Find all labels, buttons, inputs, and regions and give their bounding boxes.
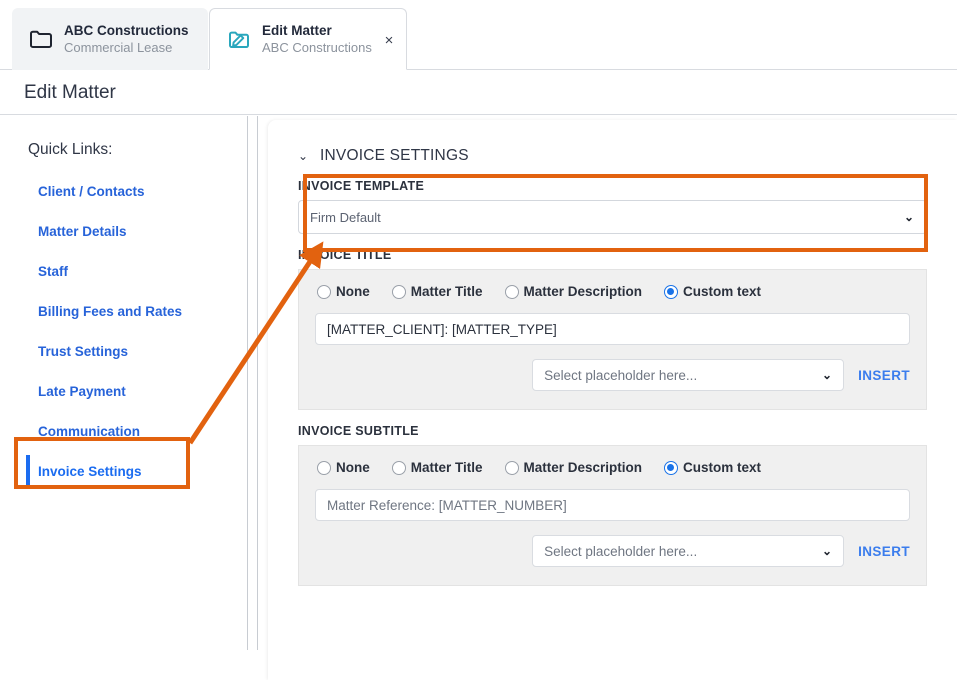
sidebar-item-client-contacts[interactable]: Client / Contacts [0,171,248,211]
sidebar-item-invoice-settings[interactable]: Invoice Settings [0,451,248,491]
invoice-title-field: INVOICE TITLE None Matter Title Matter D… [268,234,957,410]
folder-icon [26,29,56,49]
invoice-subtitle-custom-text-input[interactable]: Matter Reference: [MATTER_NUMBER] [315,489,910,521]
radio-circle-icon [391,460,406,475]
radio-circle-icon [504,460,519,475]
sidebar-item-matter-details[interactable]: Matter Details [0,211,248,251]
invoice-subtitle-radio-matter-description[interactable]: Matter Description [504,460,643,475]
tab-bar: ABC Constructions Commercial Lease Edit … [0,0,957,70]
chevron-down-icon: ⌄ [822,368,833,382]
radio-label: None [336,284,370,299]
main-content-area: ⌄ INVOICE SETTINGS INVOICE TEMPLATE Firm… [249,116,957,680]
sidebar-item-label: Trust Settings [38,343,129,359]
tab-title: ABC Constructions [64,23,189,38]
radio-circle-icon [504,284,519,299]
invoice-title-radio-group: None Matter Title Matter Description Cus… [313,284,912,299]
invoice-subtitle-radio-matter-title[interactable]: Matter Title [391,460,483,475]
tab-subtitle: Commercial Lease [64,40,173,55]
radio-label: Matter Title [410,284,483,299]
tab-abc-constructions[interactable]: ABC Constructions Commercial Lease [12,8,208,70]
radio-circle-icon [391,284,406,299]
invoice-subtitle-radio-group: None Matter Title Matter Description Cus… [313,460,912,475]
invoice-title-label: INVOICE TITLE [298,248,392,262]
sidebar-item-label: Staff [38,263,68,279]
invoice-title-radio-none[interactable]: None [317,284,370,299]
radio-label: Custom text [683,460,762,475]
invoice-subtitle-field: INVOICE SUBTITLE None Matter Title Matte… [268,410,957,586]
content-divider [257,116,258,650]
invoice-subtitle-radio-custom-text[interactable]: Custom text [664,460,761,475]
sidebar-item-label: Client / Contacts [38,183,145,199]
chevron-down-icon[interactable]: ⌄ [298,150,314,162]
sidebar-item-label: Late Payment [38,383,126,399]
chevron-down-icon: ⌄ [903,210,914,224]
sidebar-item-communication[interactable]: Communication [0,411,248,451]
radio-label: Matter Title [410,460,483,475]
tab-edit-matter[interactable]: Edit Matter ABC Constructions × [209,8,407,70]
radio-circle-icon [317,460,331,475]
invoice-subtitle-placeholder-row: Select placeholder here... ⌄ INSERT [313,535,912,567]
invoice-subtitle-placeholder-select[interactable]: Select placeholder here... ⌄ [532,535,845,567]
placeholder-select-value: Select placeholder here... [544,543,698,559]
invoice-title-insert-button[interactable]: INSERT [858,368,910,383]
invoice-title-placeholder-row: Select placeholder here... ⌄ INSERT [313,359,912,391]
tab-title: Edit Matter [262,23,332,38]
sidebar-item-label: Matter Details [38,223,127,239]
sidebar-item-label: Invoice Settings [38,463,142,479]
invoice-settings-section-header[interactable]: ⌄ INVOICE SETTINGS [268,120,957,165]
radio-circle-icon [317,284,331,299]
invoice-title-radio-custom-text[interactable]: Custom text [664,284,761,299]
radio-label: Matter Description [523,284,643,299]
invoice-settings-card: ⌄ INVOICE SETTINGS INVOICE TEMPLATE Firm… [268,120,957,680]
invoice-title-placeholder-select[interactable]: Select placeholder here... ⌄ [532,359,845,391]
quick-links-sidebar: Quick Links: Client / Contacts Matter De… [0,116,248,650]
invoice-template-label: INVOICE TEMPLATE [298,179,425,193]
radio-label: Custom text [683,284,762,299]
sidebar-item-label: Communication [38,423,141,439]
invoice-subtitle-radio-none[interactable]: None [317,460,370,475]
invoice-subtitle-panel: None Matter Title Matter Description Cus… [298,445,927,586]
close-icon[interactable]: × [380,31,398,49]
placeholder-select-value: Select placeholder here... [544,367,698,383]
page-title: Edit Matter [24,82,116,103]
radio-circle-selected-icon [664,460,679,475]
invoice-subtitle-label: INVOICE SUBTITLE [298,424,419,438]
invoice-subtitle-insert-button[interactable]: INSERT [858,544,910,559]
radio-label: Matter Description [523,460,643,475]
tab-subtitle: ABC Constructions [262,40,372,55]
sidebar-item-staff[interactable]: Staff [0,251,248,291]
radio-label: None [336,460,370,475]
invoice-title-panel: None Matter Title Matter Description Cus… [298,269,927,410]
sidebar-item-label: Billing Fees and Rates [38,303,183,319]
sidebar-item-late-payment[interactable]: Late Payment [0,371,248,411]
radio-circle-selected-icon [664,284,679,299]
chevron-down-icon: ⌄ [822,544,833,558]
quick-links-heading: Quick Links: [28,141,113,158]
invoice-title-custom-text-value: [MATTER_CLIENT]: [MATTER_TYPE] [327,321,557,337]
folder-edit-icon [224,29,254,50]
invoice-subtitle-custom-text-value: Matter Reference: [MATTER_NUMBER] [327,497,567,513]
invoice-title-radio-matter-title[interactable]: Matter Title [391,284,483,299]
sidebar-item-billing-fees-and-rates[interactable]: Billing Fees and Rates [0,291,248,331]
page-header: Edit Matter [0,70,957,115]
sidebar-item-trust-settings[interactable]: Trust Settings [0,331,248,371]
invoice-template-field: INVOICE TEMPLATE Firm Default ⌄ [268,165,957,234]
quick-links-list: Client / Contacts Matter Details Staff B… [0,171,248,491]
section-title: INVOICE SETTINGS [320,147,469,164]
invoice-title-radio-matter-description[interactable]: Matter Description [504,284,643,299]
invoice-title-custom-text-input[interactable]: [MATTER_CLIENT]: [MATTER_TYPE] [315,313,910,345]
invoice-template-select[interactable]: Firm Default ⌄ [298,200,927,234]
invoice-template-selected-value: Firm Default [310,209,381,225]
